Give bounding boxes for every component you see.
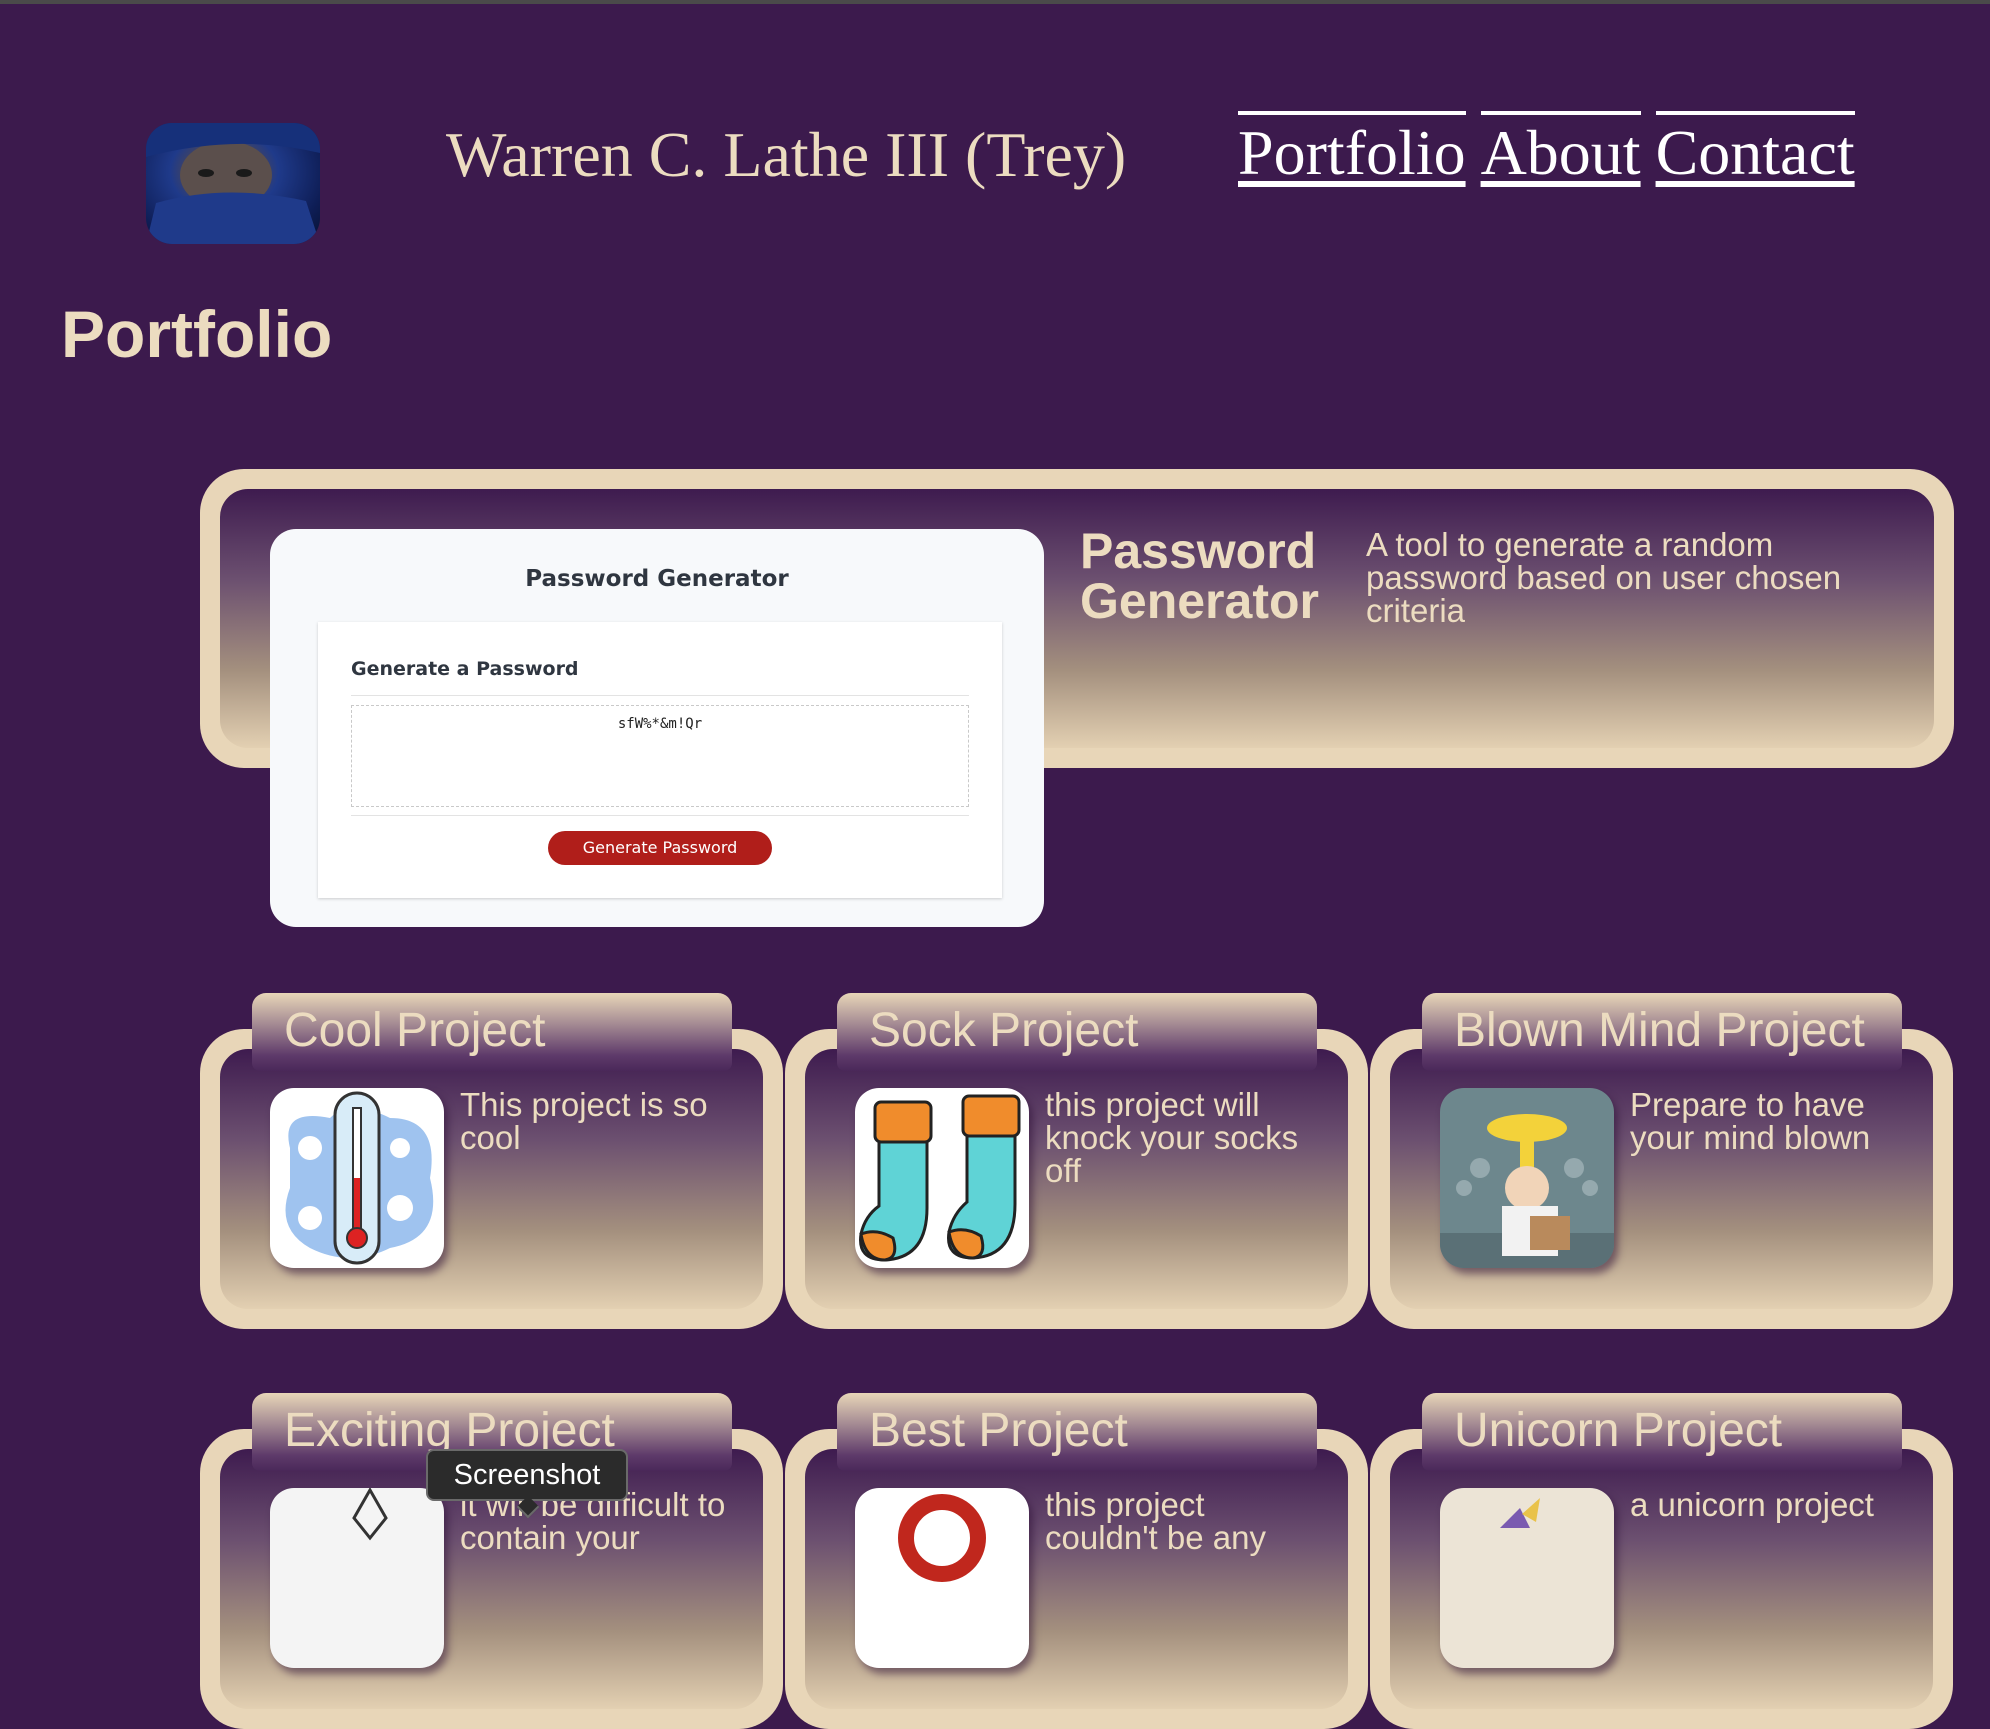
project-description-sock: this project will knock your socks off xyxy=(1045,1086,1299,1189)
preview-password-output: sfW%*&m!Qr xyxy=(351,705,969,807)
preview-divider xyxy=(351,815,969,816)
ribbon-icon xyxy=(855,1488,1029,1668)
exciting-icon xyxy=(270,1488,444,1668)
nav-link-contact[interactable]: Contact xyxy=(1655,111,1855,191)
page-title: Portfolio xyxy=(61,297,333,371)
project-title-blown-mind: Blown Mind Project xyxy=(1422,993,1902,1071)
tooltip-label: Screenshot xyxy=(453,1459,601,1491)
project-title-unicorn: Unicorn Project xyxy=(1422,1393,1902,1471)
avatar xyxy=(146,123,320,244)
thermometer-icon xyxy=(270,1088,444,1268)
main-nav: Portfolio About Contact xyxy=(1238,111,1855,191)
site-title: Warren C. Lathe III (Trey) xyxy=(446,119,1127,190)
unicorn-icon xyxy=(1440,1488,1614,1668)
project-description-best: this project couldn't be any xyxy=(1045,1486,1266,1556)
project-description-cool: This project is so cool xyxy=(460,1086,708,1156)
featured-project-description: A tool to generate a random password bas… xyxy=(1366,526,1842,629)
project-description-unicorn: a unicorn project xyxy=(1630,1486,1874,1523)
preview-subheading: Generate a Password xyxy=(351,658,579,680)
preview-generate-button: Generate Password xyxy=(548,831,772,865)
socks-icon xyxy=(855,1088,1029,1268)
screenshot-tooltip: Screenshot xyxy=(426,1449,628,1519)
preview-title: Password Generator xyxy=(525,566,789,592)
project-title-cool: Cool Project xyxy=(252,993,732,1071)
project-title-best: Best Project xyxy=(837,1393,1317,1471)
nav-link-portfolio[interactable]: Portfolio xyxy=(1238,111,1466,191)
project-title-sock: Sock Project xyxy=(837,993,1317,1071)
password-generator-screenshot[interactable]: Password Generator Generate a Password s… xyxy=(270,529,1044,927)
window-top-border xyxy=(0,0,1990,4)
nav-link-about[interactable]: About xyxy=(1480,111,1641,191)
mind-blown-icon xyxy=(1440,1088,1614,1268)
featured-project-title: Password Generator xyxy=(1080,523,1319,629)
preview-card: Generate a Password sfW%*&m!Qr Generate … xyxy=(318,622,1002,898)
project-description-blown-mind: Prepare to have your mind blown xyxy=(1630,1086,1871,1156)
avatar-photo-icon xyxy=(146,123,320,244)
preview-divider xyxy=(351,695,969,696)
